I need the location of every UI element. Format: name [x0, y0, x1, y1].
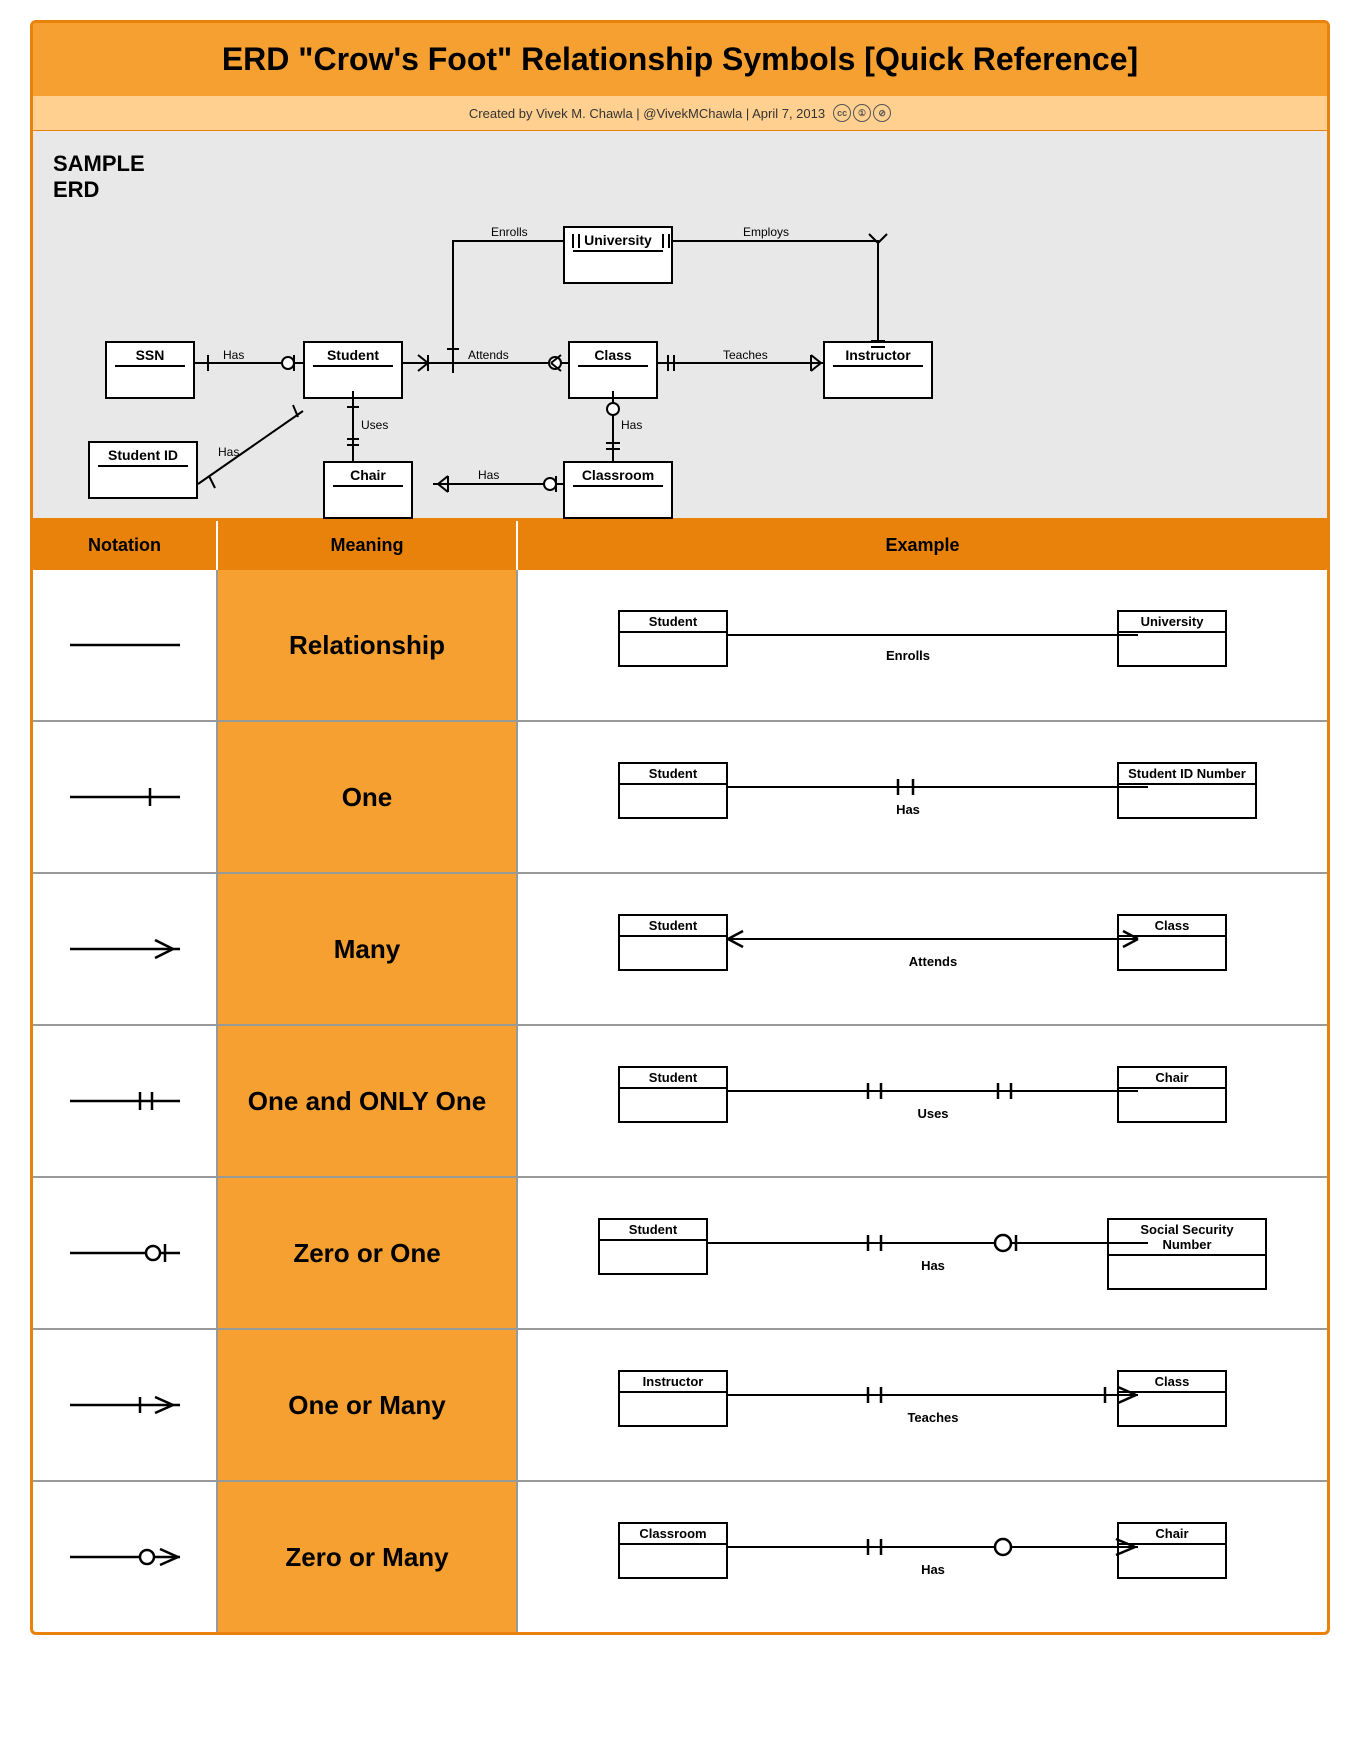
subtitle-text: Created by Vivek M. Chawla | @VivekMChaw…	[469, 106, 825, 121]
table-row: Zero or Many Classroom Chair	[33, 1482, 1327, 1632]
svg-text:Teaches: Teaches	[723, 348, 768, 362]
ex-diagram-one-many: Instructor Class	[558, 1350, 1287, 1460]
svg-text:Has: Has	[478, 468, 499, 482]
svg-text:Employs: Employs	[743, 225, 789, 239]
ssn-entity: SSN	[105, 341, 195, 399]
cc-icons: cc ① ⊘	[833, 104, 891, 122]
ex-diagram-relationship: Student University Enrolls	[558, 590, 1287, 700]
ex-chair-entity: Chair	[1117, 1066, 1227, 1123]
meaning-header: Meaning	[218, 521, 518, 570]
meaning-many: Many	[218, 874, 518, 1024]
erd-section: SAMPLEERD SSN Student ID Student Chair U…	[33, 131, 1327, 521]
one-many-notation-svg	[65, 1390, 185, 1420]
ex-student2-entity: Student	[618, 762, 728, 819]
table-row: One and ONLY One Student Chair	[33, 1026, 1327, 1178]
table-row: One Student Student ID Number	[33, 722, 1327, 874]
page-title: ERD "Crow's Foot" Relationship Symbols […	[53, 41, 1307, 78]
example-one: Student Student ID Number Has	[518, 722, 1327, 872]
svg-text:Has: Has	[621, 418, 642, 432]
one-notation-svg	[65, 782, 185, 812]
ex-class2-entity: Class	[1117, 1370, 1227, 1427]
ex-diagram-zero-one: Student Social Security Number Has	[558, 1198, 1287, 1308]
notation-zero-many	[33, 1482, 218, 1632]
svg-text:Attends: Attends	[909, 954, 957, 969]
meaning-one-many: One or Many	[218, 1330, 518, 1480]
example-zero-many: Classroom Chair	[518, 1482, 1327, 1632]
svg-text:Has: Has	[921, 1258, 945, 1273]
ex-student4-entity: Student	[618, 1066, 728, 1123]
student-entity: Student	[303, 341, 403, 399]
instructor-entity: Instructor	[823, 341, 933, 399]
ex-student5-entity: Student	[598, 1218, 708, 1275]
reference-table: Notation Meaning Example Relationship St…	[33, 521, 1327, 1632]
meaning-one: One	[218, 722, 518, 872]
ex-university-entity: University	[1117, 610, 1227, 667]
university-entity: University	[563, 226, 673, 284]
example-relationship: Student University Enrolls	[518, 570, 1327, 720]
notation-one-many	[33, 1330, 218, 1480]
svg-text:Has: Has	[223, 348, 244, 362]
ex-classroom-entity: Classroom	[618, 1522, 728, 1579]
table-header: Notation Meaning Example	[33, 521, 1327, 570]
notation-many	[33, 874, 218, 1024]
ex-student-entity: Student	[618, 610, 728, 667]
ex-diagram-one: Student Student ID Number Has	[558, 742, 1287, 852]
notation-relationship	[33, 570, 218, 720]
example-one-many: Instructor Class	[518, 1330, 1327, 1480]
table-row: Relationship Student University Enrolls	[33, 570, 1327, 722]
ex-diagram-one-only: Student Chair Uses	[558, 1046, 1287, 1156]
title-bar: ERD "Crow's Foot" Relationship Symbols […	[33, 23, 1327, 96]
erd-label: SAMPLEERD	[53, 151, 145, 204]
zero-one-notation-svg	[65, 1238, 185, 1268]
svg-text:Enrolls: Enrolls	[886, 648, 930, 663]
relationship-notation-svg	[65, 635, 185, 655]
ex-student3-entity: Student	[618, 914, 728, 971]
svg-text:Has: Has	[896, 802, 920, 817]
classroom-entity: Classroom	[563, 461, 673, 519]
meaning-relationship: Relationship	[218, 570, 518, 720]
svg-text:Uses: Uses	[361, 418, 388, 432]
table-row: Many Student Class	[33, 874, 1327, 1026]
ex-diagram-zero-many: Classroom Chair	[558, 1502, 1287, 1612]
meaning-one-only: One and ONLY One	[218, 1026, 518, 1176]
ex-diagram-many: Student Class A	[558, 894, 1287, 1004]
many-notation-svg	[65, 934, 185, 964]
ex-studentid-entity: Student ID Number	[1117, 762, 1257, 819]
example-one-only: Student Chair Uses	[518, 1026, 1327, 1176]
one-only-notation-svg	[65, 1086, 185, 1116]
svg-text:Has: Has	[921, 1562, 945, 1577]
table-row: One or Many Instructor Class	[33, 1330, 1327, 1482]
ex-ssn-entity: Social Security Number	[1107, 1218, 1267, 1290]
main-container: ERD "Crow's Foot" Relationship Symbols […	[30, 20, 1330, 1635]
subtitle-bar: Created by Vivek M. Chawla | @VivekMChaw…	[33, 96, 1327, 131]
notation-one	[33, 722, 218, 872]
svg-text:Enrolls: Enrolls	[491, 225, 528, 239]
example-zero-one: Student Social Security Number Has	[518, 1178, 1327, 1328]
notation-header: Notation	[33, 521, 218, 570]
ex-instructor-entity: Instructor	[618, 1370, 728, 1427]
class-entity: Class	[568, 341, 658, 399]
nc-icon: ⊘	[873, 104, 891, 122]
svg-text:Attends: Attends	[468, 348, 509, 362]
erd-relationships-svg: Has Has Uses Attends	[33, 131, 1327, 518]
notation-one-only	[33, 1026, 218, 1176]
example-many: Student Class A	[518, 874, 1327, 1024]
example-header: Example	[518, 521, 1327, 570]
ex-class-entity: Class	[1117, 914, 1227, 971]
studentid-entity: Student ID	[88, 441, 198, 499]
by-icon: ①	[853, 104, 871, 122]
table-row: Zero or One Student Social Security Numb…	[33, 1178, 1327, 1330]
cc-icon: cc	[833, 104, 851, 122]
meaning-zero-many: Zero or Many	[218, 1482, 518, 1632]
meaning-zero-one: Zero or One	[218, 1178, 518, 1328]
zero-many-notation-svg	[65, 1542, 185, 1572]
svg-text:Uses: Uses	[917, 1106, 948, 1121]
svg-text:Teaches: Teaches	[907, 1410, 958, 1425]
svg-text:Has: Has	[218, 445, 239, 459]
notation-zero-one	[33, 1178, 218, 1328]
ex-chair2-entity: Chair	[1117, 1522, 1227, 1579]
chair-entity: Chair	[323, 461, 413, 519]
